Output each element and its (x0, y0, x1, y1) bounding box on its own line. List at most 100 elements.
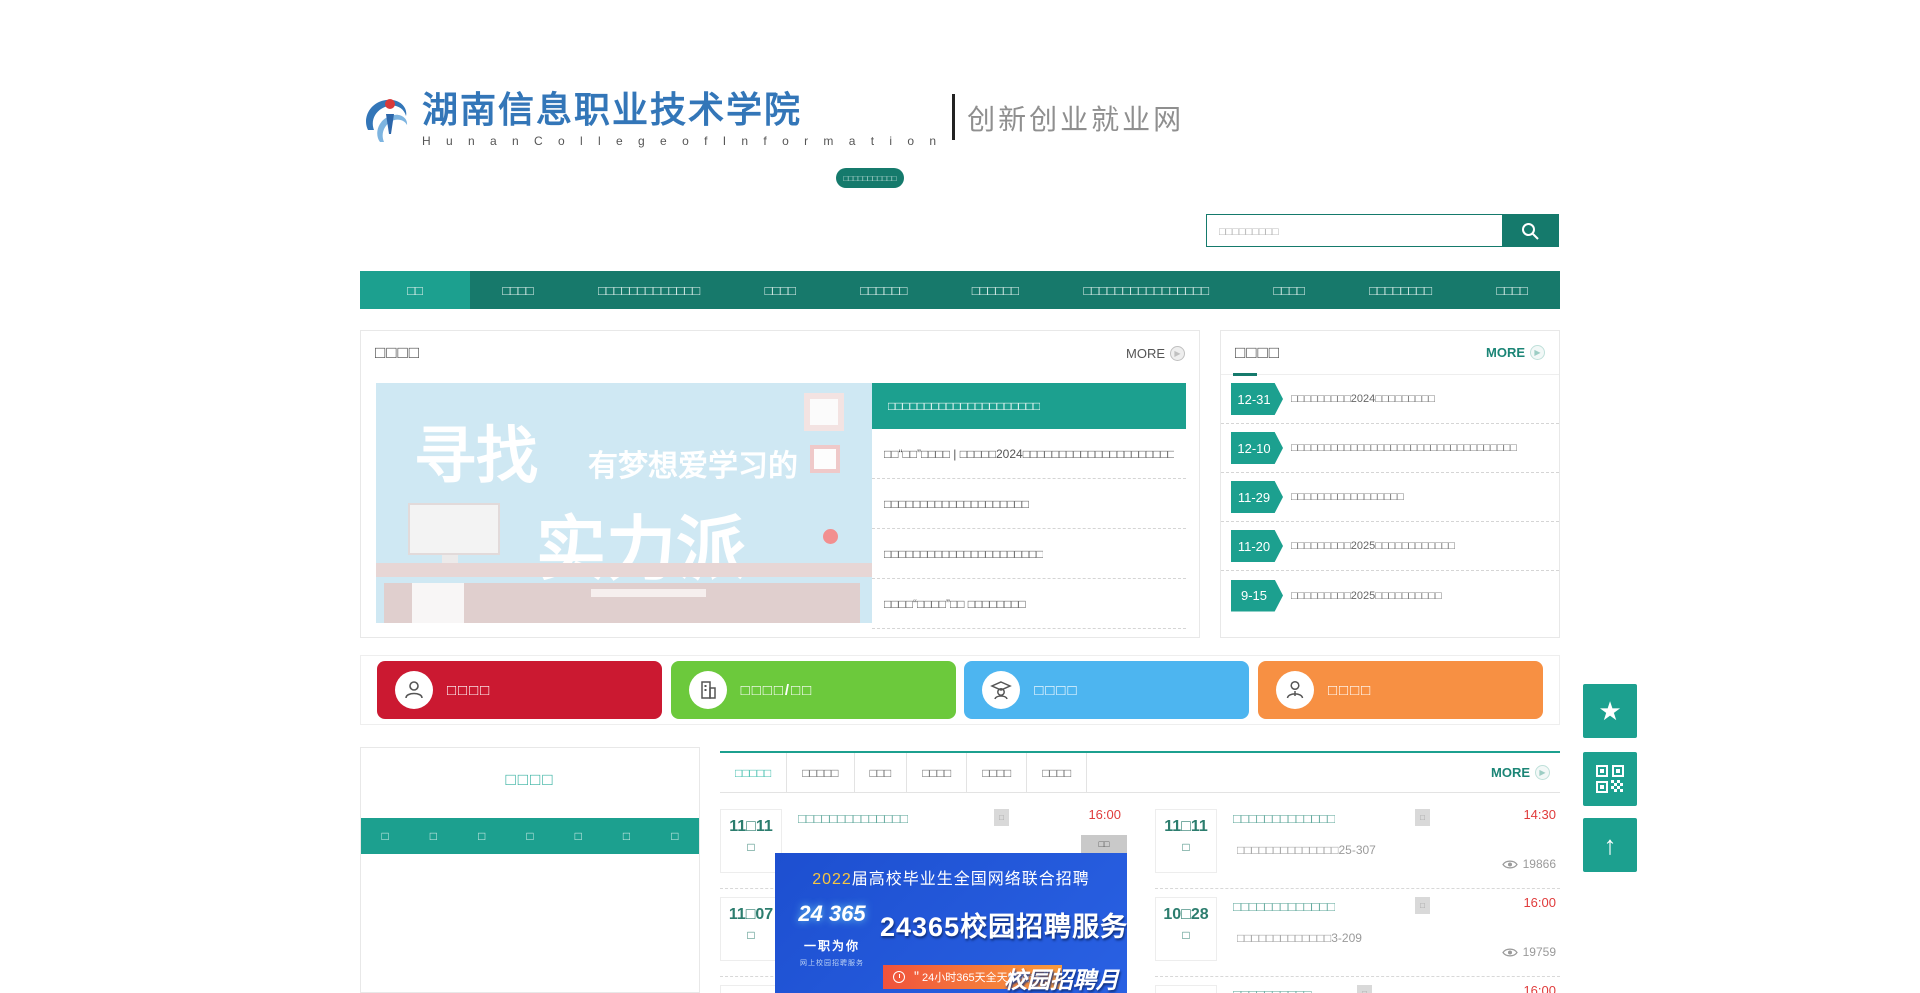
jobs-more-link[interactable]: MORE ▶ (1491, 753, 1560, 792)
job-date: 11□07 □ (720, 897, 782, 961)
job-tag-badge: □ (1415, 897, 1430, 914)
job-date: 10□30 □ (720, 985, 782, 993)
nav-item-7[interactable]: □□□□□□□□□□□□□□□□ (1051, 271, 1241, 309)
news-item-text: □□□□“□□□□”□□ □□□□□□□□ (884, 597, 1026, 611)
site-logo[interactable]: 湖南信息职业技术学院 H u n a n C o l l e g e o f I… (360, 90, 1184, 148)
notice-item-text: □□□□□□□□□□□□□□□□□□□□□□□□□□□□□□□□□□ (1291, 442, 1517, 454)
ad-logo-slogan: 一职为你 (789, 937, 875, 954)
nav-item-9[interactable]: □□□□□□□□ (1337, 271, 1464, 309)
more-label: MORE (1491, 765, 1530, 780)
notice-item[interactable]: 11-20 □□□□□□□□□2025□□□□□□□□□□□□ (1221, 522, 1559, 571)
weekday-cell: □ (458, 818, 506, 854)
nav-item-6[interactable]: □□□□□□ (940, 271, 1052, 309)
more-arrow-icon: ▶ (1170, 346, 1185, 361)
calendar-week-row: □ □ □ □ □ □ □ (361, 818, 699, 854)
eye-icon (1502, 947, 1518, 958)
news-list-item[interactable]: □□□□□□□□□□□□□□□□□□□□ (872, 479, 1186, 529)
notice-item[interactable]: 9-15 □□□□□□□□□2025□□□□□□□□□□ (1221, 571, 1559, 620)
news-list-item[interactable]: □□□□□□□□□□□□□□□□□□□□□□ (872, 529, 1186, 579)
weekday-cell: □ (409, 818, 457, 854)
nav-item-5[interactable]: □□□□□□ (828, 271, 940, 309)
ad-close-button[interactable]: □□ (1081, 835, 1127, 853)
tab-3[interactable]: □□□ (855, 753, 908, 792)
quick-link-4[interactable]: □□□□ (1258, 661, 1543, 719)
banner-text-3: 实力派 (536, 493, 746, 594)
building-icon (689, 671, 727, 709)
notice-item-text: □□□□□□□□□2025□□□□□□□□□□□□ (1291, 540, 1455, 552)
job-date-day: □ (721, 840, 781, 854)
notice-item-text: □□□□□□□□□2025□□□□□□□□□□ (1291, 590, 1442, 602)
eye-icon (1502, 859, 1518, 870)
qrcode-button[interactable] (1583, 752, 1637, 806)
news-list-item[interactable]: □□□□“□□□□”□□ □□□□□□□□ (872, 579, 1186, 629)
job-item[interactable]: 10□27 □ □□□□□□□□□□ □ 16:00 (1155, 977, 1560, 993)
job-date: 11□11 □ (1155, 809, 1217, 873)
quick-link-1[interactable]: □□□□ (377, 661, 662, 719)
back-to-top-button[interactable]: ↑ (1583, 818, 1637, 872)
job-title: □□□□□□□□□□□□□ (1233, 811, 1335, 826)
nav-item-home[interactable]: □□ (360, 271, 470, 309)
quick-link-label: □□□□/□□ (741, 682, 814, 699)
notice-panel-header: □□□□ MORE ▶ (1221, 331, 1559, 375)
ad-year: 2022 (812, 871, 852, 888)
news-more-link[interactable]: MORE ▶ (1126, 346, 1185, 361)
notice-more-link[interactable]: MORE ▶ (1486, 345, 1545, 360)
quick-link-label: □□□□ (1034, 682, 1078, 699)
notice-panel-title: □□□□ (1235, 343, 1280, 363)
main-nav: □□ □□□□ □□□□□□□□□□□□□ □□□□ □□□□□□ □□□□□□… (360, 271, 1560, 309)
tab-2[interactable]: □□□□□ (787, 753, 854, 792)
banner-desk-decor (376, 563, 872, 577)
notice-item[interactable]: 12-10 □□□□□□□□□□□□□□□□□□□□□□□□□□□□□□□□□□ (1221, 424, 1559, 473)
jobs-tabs: □□□□□ □□□□□ □□□ □□□□ □□□□ □□□□ MORE ▶ (720, 751, 1560, 793)
job-date-monthday: 11□11 (1156, 818, 1216, 836)
job-title: □□□□□□□□□□ (1233, 987, 1312, 993)
nav-item-2[interactable]: □□□□ (470, 271, 566, 309)
quick-link-label: □□□□ (1328, 682, 1372, 699)
ad-headline-top: 2022届高校毕业生全国网络联合招聘 (775, 865, 1127, 889)
up-arrow-icon: ↑ (1604, 830, 1617, 861)
job-time: 16:00 (1523, 983, 1556, 993)
job-date: 10□28 □ (1155, 897, 1217, 961)
news-list-item[interactable]: □□“□□”□□□□ | □□□□□2024□□□□□□□□□□□□□□□□□□… (872, 429, 1186, 479)
notice-item[interactable]: 12-31 □□□□□□□□□2024□□□□□□□□□ (1221, 375, 1559, 424)
news-list-item[interactable]: □□□□□□□□□□□□□□□□□□□□□ (872, 383, 1186, 429)
nav-item-8[interactable]: □□□□ (1241, 271, 1337, 309)
qrcode-icon (1596, 765, 1624, 793)
nav-item-10[interactable]: □□□□ (1464, 271, 1560, 309)
notice-item[interactable]: 11-29 □□□□□□□□□□□□□□□□□ (1221, 473, 1559, 522)
quick-link-3[interactable]: □□□□ (964, 661, 1249, 719)
favorite-button[interactable]: ★ (1583, 684, 1637, 738)
job-item[interactable]: 11□11 □ □□□□□□□□□□□□□ □ □□□□□□□□□□□□□□25… (1155, 801, 1560, 889)
search-button[interactable] (1502, 215, 1558, 246)
tab-5[interactable]: □□□□ (967, 753, 1027, 792)
entry-pill-button[interactable]: □□□□□□□□□□□ (836, 168, 904, 188)
tab-6[interactable]: □□□□ (1027, 753, 1087, 792)
weekday-cell: □ (506, 818, 554, 854)
graduate-icon (982, 671, 1020, 709)
star-icon: ★ (1598, 696, 1621, 727)
site-name: 创新创业就业网 (967, 98, 1184, 138)
weekday-cell: □ (361, 818, 409, 854)
quick-link-2[interactable]: □□□□/□□ (671, 661, 956, 719)
quick-links-row: □□□□ □□□□/□□ □□□□ □□□□ (360, 655, 1560, 725)
job-title: □□□□□□□□□□□□□□ (798, 811, 908, 826)
logo-divider (952, 94, 955, 140)
search-input[interactable] (1207, 215, 1502, 246)
weekday-cell: □ (554, 818, 602, 854)
tab-4[interactable]: □□□□ (907, 753, 967, 792)
search-bar (1206, 214, 1559, 247)
job-item[interactable]: 10□28 □ □□□□□□□□□□□□□ □ □□□□□□□□□□□□□3-2… (1155, 889, 1560, 977)
nav-item-3[interactable]: □□□□□□□□□□□□□ (566, 271, 732, 309)
news-item-text: □□□□□□□□□□□□□□□□□□□□ (884, 497, 1029, 511)
carousel-banner[interactable]: 寻找 有梦想爱学习的 实力派 (376, 383, 872, 623)
notice-date-badge: 12-31 (1231, 383, 1283, 415)
news-panel: □□□□ MORE ▶ 寻找 有梦想爱学习的 实力派 □□□□□□□□□□□□□… (360, 330, 1200, 638)
ad-main-headline: 24365校园招聘服务 (880, 905, 1127, 944)
nav-item-4[interactable]: □□□□ (732, 271, 828, 309)
more-arrow-icon: ▶ (1530, 345, 1545, 360)
job-tag-badge: □ (994, 809, 1009, 826)
job-subtitle: □□□□□□□□□□□□□□25-307 (1237, 843, 1376, 857)
ad-banner[interactable]: 2022届高校毕业生全国网络联合招聘 24 365 一职为你 网上校园招聘服务 … (775, 853, 1127, 993)
tab-1[interactable]: □□□□□ (720, 753, 787, 792)
job-time: 16:00 (1088, 807, 1121, 822)
